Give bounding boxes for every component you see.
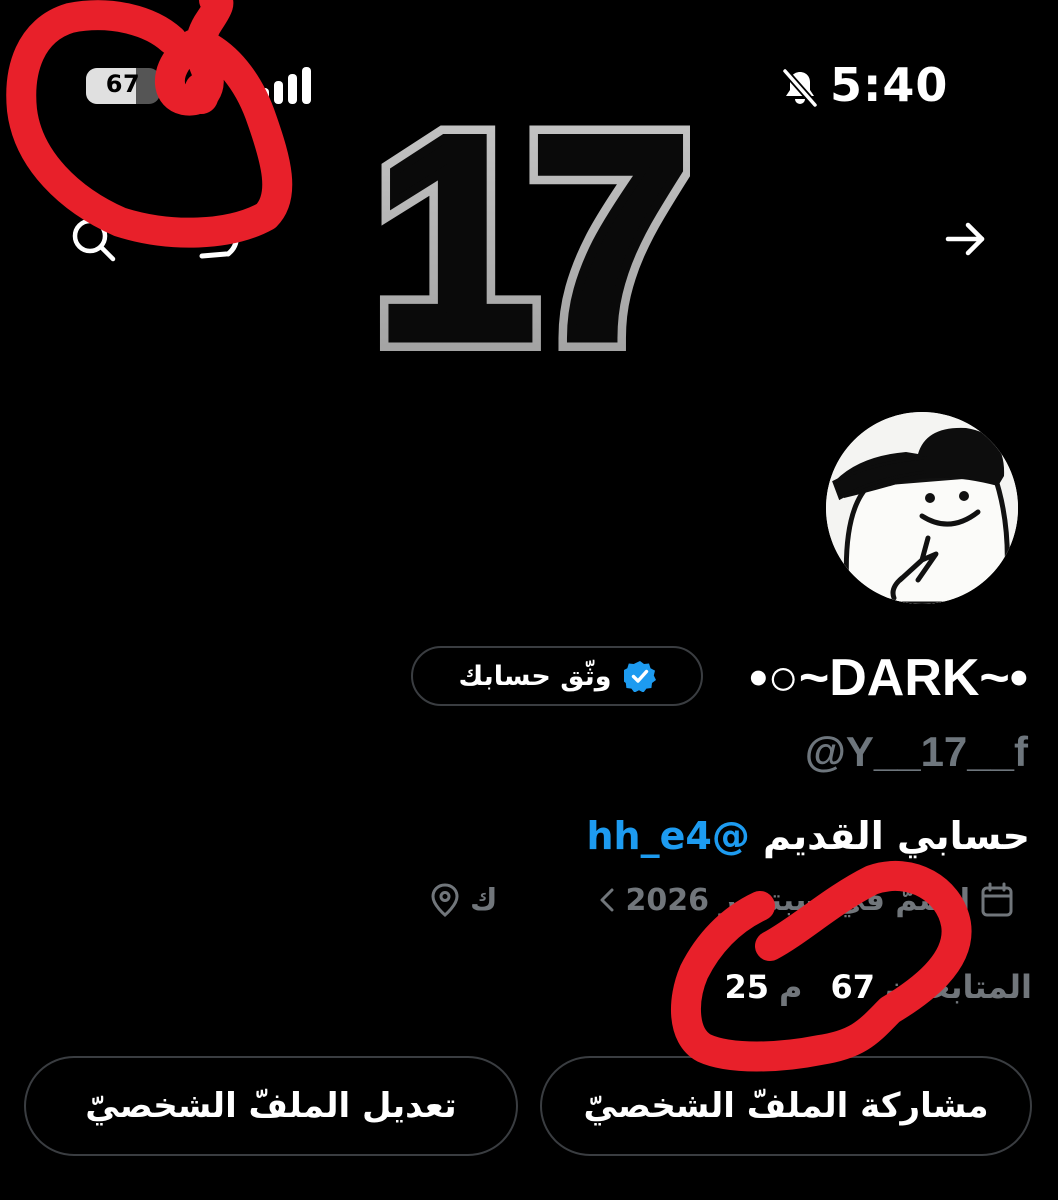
following-label: م	[779, 968, 803, 1006]
bell-slash-icon	[781, 67, 819, 109]
avatar[interactable]	[822, 408, 1022, 608]
cellular-signal-icon	[260, 67, 311, 104]
cartoon-avatar-icon	[826, 412, 1018, 604]
bio-mention-link[interactable]: @hh_e4	[587, 814, 750, 858]
display-name: •○~DARK~•	[749, 649, 1028, 707]
user-handle: @Y__17__f	[804, 728, 1028, 775]
profile-meta-row: ك انضمّ في سبتمبر 2026	[430, 882, 1014, 918]
banner-number-inner: 17	[375, 76, 686, 360]
chevron-left-icon	[600, 888, 614, 912]
followers-label: المتابعون	[885, 968, 1032, 1006]
following-stat[interactable]: 25 م	[725, 968, 803, 1006]
verified-badge-icon	[623, 661, 656, 692]
search-icon[interactable]	[66, 212, 120, 266]
profile-joined-date: انضمّ في سبتمبر 2026	[625, 882, 970, 918]
edit-profile-button[interactable]: تعديل الملفّ الشخصيّ	[24, 1056, 518, 1156]
profile-location: ك	[470, 882, 498, 918]
verify-account-button[interactable]: وثّق حسابك	[411, 646, 703, 706]
profile-bio: حسابي القديم @hh_e4	[587, 814, 1031, 858]
battery-indicator: 67	[86, 68, 160, 104]
calendar-icon	[981, 882, 1013, 917]
follow-stats: 25 م 67 المتابعون	[725, 968, 1032, 1006]
profile-banner[interactable]: 17 17	[370, 70, 690, 360]
more-icon[interactable]	[196, 216, 246, 262]
arrow-right-icon[interactable]	[938, 212, 992, 266]
bio-text: حسابي القديم	[749, 814, 1030, 858]
verify-account-label: وثّق حسابك	[458, 660, 612, 692]
followers-stat[interactable]: 67 المتابعون	[831, 968, 1033, 1006]
following-count: 25	[724, 968, 770, 1006]
battery-percent: 67	[105, 70, 141, 98]
battery-cap	[162, 79, 167, 93]
followers-count: 67	[830, 968, 876, 1006]
location-pin-icon	[431, 883, 459, 917]
status-clock: 5:40	[830, 58, 949, 112]
profile-screen: 67 5:40 17 17 •○~DARK~• وثّق حسابك @Y__1…	[0, 0, 1058, 1200]
share-profile-button[interactable]: مشاركة الملفّ الشخصيّ	[540, 1056, 1032, 1156]
